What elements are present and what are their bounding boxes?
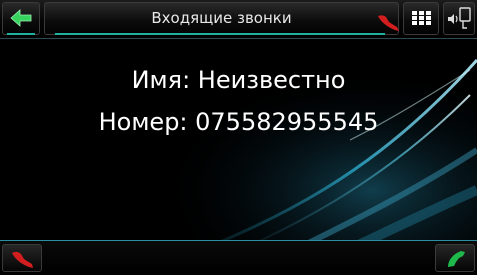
audio-button[interactable] (443, 2, 475, 35)
background-wallpaper (0, 0, 477, 272)
accept-call-button[interactable] (435, 244, 475, 272)
audio-settings-icon (448, 7, 471, 29)
title-box: Входящие звонки (44, 2, 399, 35)
top-bar: Входящие звонки (0, 0, 477, 39)
reject-call-icon (12, 251, 33, 268)
page-title: Входящие звонки (151, 9, 292, 27)
hangup-icon[interactable] (375, 10, 401, 32)
reject-call-button[interactable] (2, 244, 42, 272)
accept-call-icon (448, 251, 465, 267)
caller-number: Номер: 075582955545 (98, 108, 379, 136)
keypad-button[interactable] (403, 2, 439, 35)
back-button[interactable] (2, 2, 40, 35)
caller-name: Имя: Неизвестно (131, 66, 346, 94)
keypad-icon (412, 11, 431, 25)
bottom-bar (0, 240, 477, 273)
back-arrow-icon (10, 9, 32, 27)
